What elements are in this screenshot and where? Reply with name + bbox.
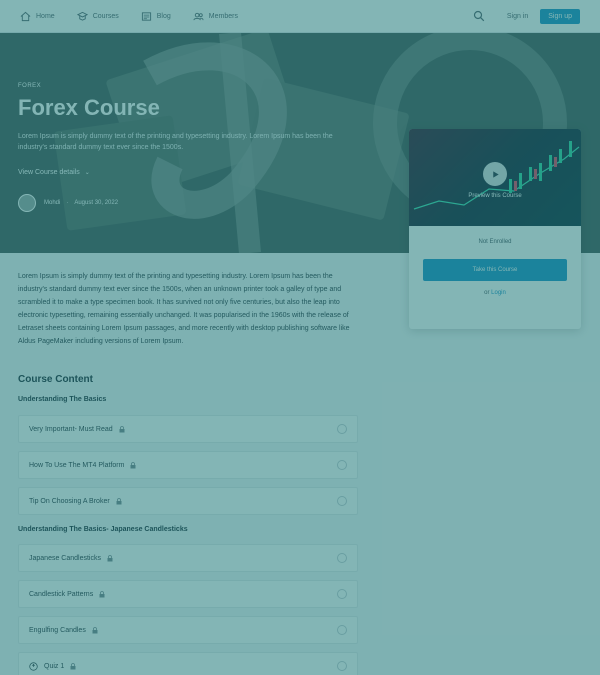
quiz-item[interactable]: Quiz 1 bbox=[18, 652, 358, 675]
avatar[interactable] bbox=[18, 194, 36, 212]
blog-icon bbox=[141, 11, 151, 21]
lesson-item[interactable]: Candlestick Patterns bbox=[18, 580, 358, 608]
course-date: August 30, 2022 bbox=[74, 200, 119, 206]
nav-blog-label: Blog bbox=[156, 12, 171, 20]
lesson-title: How To Use The MT4 Platform bbox=[29, 461, 125, 469]
view-course-details-link[interactable]: View Course details ⌄ bbox=[18, 169, 363, 176]
lesson-title: Japanese Candlesticks bbox=[29, 554, 101, 562]
lock-icon bbox=[70, 662, 76, 669]
lesson-title: Tip On Choosing A Broker bbox=[29, 497, 110, 505]
nav-members[interactable]: Members bbox=[193, 11, 238, 22]
play-icon bbox=[492, 170, 499, 178]
quiz-title: Quiz 1 bbox=[44, 662, 65, 670]
nav-courses[interactable]: Courses bbox=[76, 11, 119, 22]
preview-label: Preview this Course bbox=[468, 193, 522, 199]
course-short-description: Lorem Ipsum is simply dummy text of the … bbox=[18, 133, 333, 151]
view-course-details-label: View Course details bbox=[18, 169, 80, 176]
lesson-status-circle bbox=[337, 424, 347, 434]
topic-title: Understanding The Basics- Japanese Candl… bbox=[18, 526, 188, 533]
course-content-title: Course Content bbox=[18, 374, 93, 385]
lesson-title: Candlestick Patterns bbox=[29, 590, 94, 598]
lesson-status-circle bbox=[337, 460, 347, 470]
login-link[interactable]: Login bbox=[491, 290, 506, 296]
enrollment-status: Not Enrolled bbox=[478, 239, 512, 245]
nav-members-label: Members bbox=[208, 12, 238, 20]
lesson-item[interactable]: Engulfing Candles bbox=[18, 616, 358, 644]
lesson-title: Engulfing Candles bbox=[29, 626, 86, 634]
lock-icon bbox=[92, 626, 98, 633]
lock-icon bbox=[130, 461, 136, 468]
lesson-status-circle bbox=[337, 589, 347, 599]
nav-home-label: Home bbox=[36, 12, 55, 20]
lesson-item[interactable]: Japanese Candlesticks bbox=[18, 544, 358, 572]
lock-icon bbox=[119, 425, 125, 432]
author-name[interactable]: Mohdi bbox=[44, 200, 60, 206]
topic-title: Understanding The Basics bbox=[18, 396, 107, 403]
nav-right: Sign in Sign up bbox=[473, 8, 580, 24]
lesson-item[interactable]: Tip On Choosing A Broker bbox=[18, 487, 358, 515]
nav-home[interactable]: Home bbox=[20, 11, 55, 22]
lesson-status-circle bbox=[337, 496, 347, 506]
take-course-button[interactable]: Take this Course bbox=[423, 259, 567, 281]
lesson-title: Very Important- Must Read bbox=[29, 425, 113, 433]
lock-icon bbox=[99, 590, 105, 597]
signup-button[interactable]: Sign up bbox=[540, 8, 580, 24]
lesson-item[interactable]: Very Important- Must Read bbox=[18, 415, 358, 443]
top-navigation: Home Courses Blog Members Sign in Sign u… bbox=[0, 0, 600, 33]
chevron-down-icon: ⌄ bbox=[84, 170, 90, 176]
play-button[interactable] bbox=[483, 162, 507, 186]
lock-icon bbox=[116, 497, 122, 504]
home-icon bbox=[20, 11, 31, 21]
members-icon bbox=[193, 12, 204, 20]
course-author: Mohdi · August 30, 2022 bbox=[18, 194, 363, 212]
lesson-status-circle bbox=[337, 553, 347, 563]
course-category[interactable]: FOREX bbox=[18, 83, 363, 89]
lesson-status-circle bbox=[337, 625, 347, 635]
nav-courses-label: Courses bbox=[92, 12, 119, 20]
course-title: Forex Course bbox=[18, 95, 160, 120]
lesson-item[interactable]: How To Use The MT4 Platform bbox=[18, 451, 358, 479]
enroll-card: Preview this Course Not Enrolled Take th… bbox=[409, 129, 581, 329]
hero-content: FOREX Forex Course Lorem Ipsum is simply… bbox=[18, 83, 363, 212]
signin-link[interactable]: Sign in bbox=[507, 13, 528, 20]
lock-icon bbox=[107, 554, 113, 561]
courses-icon bbox=[76, 11, 88, 21]
quiz-icon bbox=[29, 661, 38, 671]
search-icon[interactable] bbox=[473, 10, 485, 22]
course-description: Lorem Ipsum is simply dummy text of the … bbox=[18, 273, 350, 345]
separator-dot: · bbox=[66, 200, 69, 206]
course-preview-video[interactable]: Preview this Course bbox=[409, 129, 581, 226]
nav-blog[interactable]: Blog bbox=[141, 11, 171, 22]
or-login-row: or Login bbox=[409, 290, 581, 296]
or-text: or bbox=[484, 290, 490, 296]
lesson-status-circle bbox=[337, 661, 347, 671]
